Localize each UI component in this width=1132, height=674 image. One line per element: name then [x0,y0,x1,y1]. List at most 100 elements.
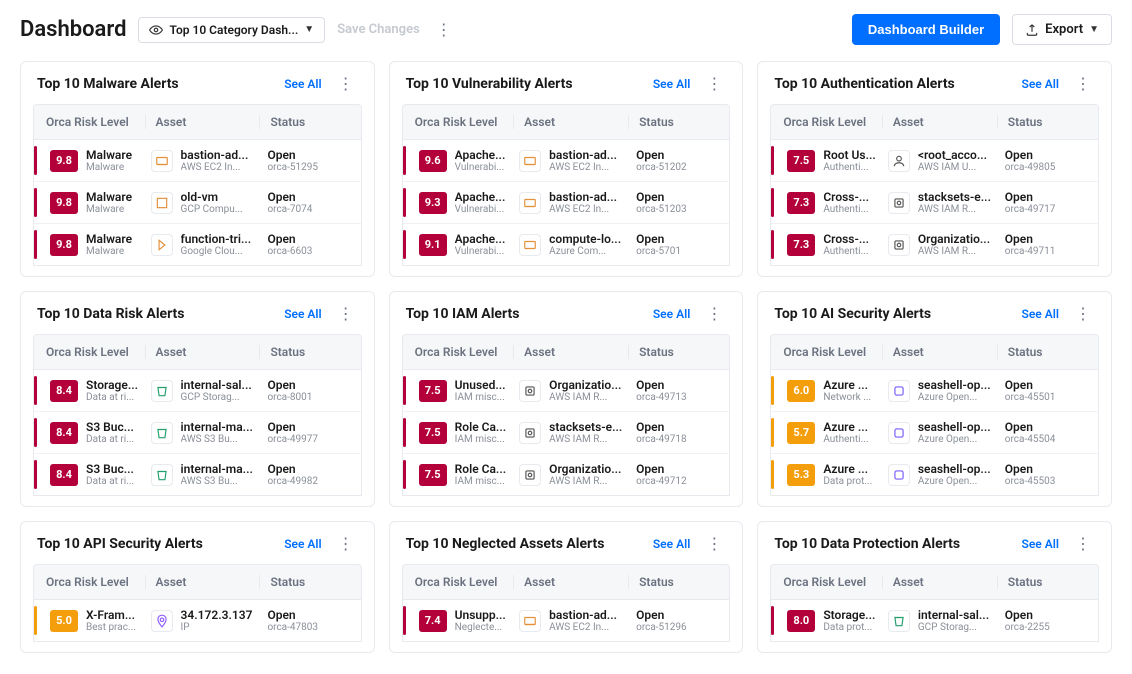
top-bar: Dashboard Top 10 Category Dash... ▼ Save… [0,0,1132,55]
asset-cell: internal-sal...GCP Storag... [145,378,260,403]
asset-type: Google Clou... [181,246,252,257]
risk-cell: 8.4S3 Buc...Data at ri... [42,420,145,445]
see-all-link[interactable]: See All [284,77,321,91]
asset-type: AWS EC2 In... [549,622,617,633]
see-all-link[interactable]: See All [1022,307,1059,321]
export-button[interactable]: Export ▼ [1012,14,1112,45]
asset-type-icon [888,464,910,486]
asset-name: Organizatio... [549,378,621,392]
see-all-link[interactable]: See All [1022,537,1059,551]
asset-type-icon [151,422,173,444]
export-label: Export [1045,22,1083,37]
status-id: orca-45501 [1005,392,1090,403]
risk-category: Authenti... [823,162,876,173]
status-id: orca-47803 [267,622,352,633]
col-status-header: Status [259,115,352,129]
status-label: Open [1005,232,1090,246]
status-cell: Openorca-51296 [628,608,721,633]
see-all-link[interactable]: See All [284,537,321,551]
asset-name: function-tri... [181,232,252,246]
col-risk-header: Orca Risk Level [42,115,145,129]
card-more-menu[interactable]: ⋮ [702,76,726,92]
table-header: Orca Risk LevelAssetStatus [770,334,1099,370]
asset-cell: <root_acco...AWS IAM U... [882,148,997,173]
card-more-menu[interactable]: ⋮ [334,306,358,322]
table-row[interactable]: 7.3Cross-...Authenti...Organizatio...AWS… [771,223,1098,265]
see-all-link[interactable]: See All [284,307,321,321]
table-row[interactable]: 9.1Apache...Vulnerabi...compute-lo...Azu… [403,223,730,265]
risk-category: Data at ri... [86,476,134,487]
table-row[interactable]: 5.3Azure ...Data prot...seashell-op...Az… [771,453,1098,495]
card-more-menu[interactable]: ⋮ [702,536,726,552]
see-all-link[interactable]: See All [653,537,690,551]
table-row[interactable]: 7.5Unused...IAM misc...Organizatio...AWS… [403,370,730,411]
severity-bar [403,460,406,489]
asset-type: AWS S3 Bu... [181,434,253,445]
table-row[interactable]: 7.4Unsupp...Neglecte...bastion-ad...AWS … [403,600,730,641]
asset-type-icon [519,192,541,214]
table-row[interactable]: 7.3Cross-...Authenti...stacksets-e...AWS… [771,181,1098,223]
status-cell: Openorca-49712 [628,462,721,487]
risk-category: Data prot... [823,476,872,487]
header-more-menu[interactable]: ⋮ [432,22,456,38]
table-row[interactable]: 5.7Azure ...Authenti...seashell-op...Azu… [771,411,1098,453]
table-row[interactable]: 8.0Storage...Data prot...internal-sal...… [771,600,1098,641]
card-more-menu[interactable]: ⋮ [334,76,358,92]
alert-card: Top 10 IAM AlertsSee All⋮Orca Risk Level… [389,291,744,507]
table-row[interactable]: 9.8MalwareMalwarebastion-ad...AWS EC2 In… [34,140,361,181]
table-row[interactable]: 9.8MalwareMalwareold-vmGCP Compu...Openo… [34,181,361,223]
card-more-menu[interactable]: ⋮ [702,306,726,322]
status-label: Open [636,420,721,434]
table-row[interactable]: 8.4S3 Buc...Data at ri...internal-ma...A… [34,411,361,453]
asset-cell: seashell-op...Azure Open... [882,420,997,445]
col-status-header: Status [997,115,1090,129]
table-row[interactable]: 9.6Apache...Vulnerabi...bastion-ad...AWS… [403,140,730,181]
table-row[interactable]: 7.5Role Ca...IAM misc...stacksets-e...AW… [403,411,730,453]
see-all-link[interactable]: See All [1022,77,1059,91]
table-row[interactable]: 5.0X-Fram...Best prac...34.172.3.137IPOp… [34,600,361,641]
card-more-menu[interactable]: ⋮ [1071,536,1095,552]
col-risk-header: Orca Risk Level [411,575,514,589]
asset-cell: stacksets-e...AWS IAM R... [513,420,628,445]
risk-cell: 6.0Azure ...Network ... [779,378,882,403]
see-all-link[interactable]: See All [653,77,690,91]
table-row[interactable]: 8.4Storage...Data at ri...internal-sal..… [34,370,361,411]
severity-bar [34,188,37,217]
dashboard-selector[interactable]: Top 10 Category Dash... ▼ [138,17,325,43]
severity-bar [771,376,774,405]
card-more-menu[interactable]: ⋮ [1071,76,1095,92]
card-more-menu[interactable]: ⋮ [1071,306,1095,322]
risk-score-badge: 5.3 [787,464,815,486]
risk-cell: 7.3Cross-...Authenti... [779,190,882,215]
asset-type: AWS IAM R... [549,476,621,487]
asset-cell: Organizatio...AWS IAM R... [513,462,628,487]
risk-category: IAM misc... [455,434,507,445]
asset-cell: seashell-op...Azure Open... [882,378,997,403]
asset-cell: internal-ma...AWS S3 Bu... [145,462,260,487]
risk-name: Role Ca... [455,462,507,476]
table-row[interactable]: 9.3Apache...Vulnerabi...bastion-ad...AWS… [403,181,730,223]
risk-category: Data at ri... [86,434,134,445]
risk-cell: 9.6Apache...Vulnerabi... [411,148,514,173]
table-row[interactable]: 8.4S3 Buc...Data at ri...internal-ma...A… [34,453,361,495]
status-cell: Openorca-49713 [628,378,721,403]
card-more-menu[interactable]: ⋮ [334,536,358,552]
dashboard-grid: Top 10 Malware AlertsSee All⋮Orca Risk L… [0,55,1132,673]
see-all-link[interactable]: See All [653,307,690,321]
save-changes-button[interactable]: Save Changes [337,22,420,37]
asset-type: GCP Compu... [181,204,243,215]
card-title: Top 10 API Security Alerts [37,536,284,552]
risk-category: IAM misc... [455,392,506,403]
table-row[interactable]: 7.5Role Ca...IAM misc...Organizatio...AW… [403,453,730,495]
dashboard-builder-button[interactable]: Dashboard Builder [852,14,1000,45]
col-asset-header: Asset [513,575,628,589]
table-row[interactable]: 9.8MalwareMalwarefunction-tri...Google C… [34,223,361,265]
status-cell: Openorca-49977 [259,420,352,445]
risk-score-badge: 9.8 [50,192,78,214]
table-row[interactable]: 7.5Root Us...Authenti...<root_acco...AWS… [771,140,1098,181]
asset-type-icon [888,422,910,444]
asset-cell: internal-sal...GCP Storag... [882,608,997,633]
table-row[interactable]: 6.0Azure ...Network ...seashell-op...Azu… [771,370,1098,411]
severity-bar [771,418,774,447]
risk-score-badge: 8.4 [50,380,78,402]
